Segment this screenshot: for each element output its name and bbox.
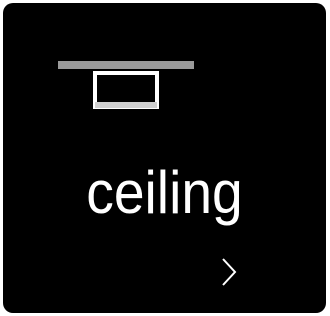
chevron-right-icon[interactable] (218, 256, 242, 288)
ceiling-light-icon (58, 61, 194, 109)
ceiling-tile[interactable]: ceiling (3, 3, 326, 313)
tile-label: ceiling (86, 159, 243, 226)
